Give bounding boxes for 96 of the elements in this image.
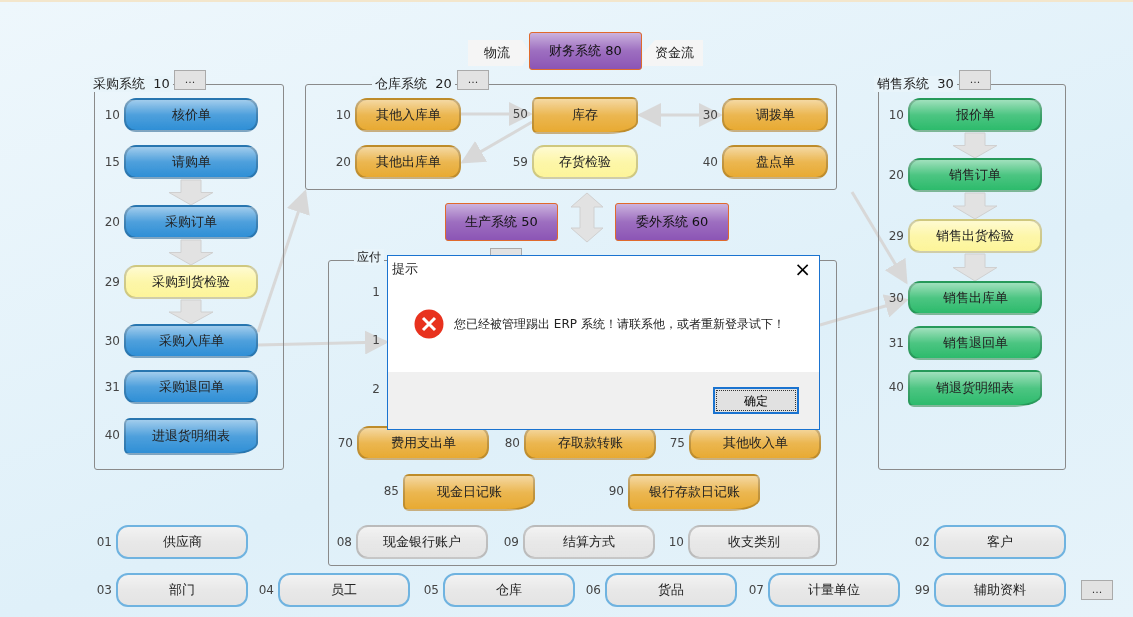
item-code: 06 — [584, 582, 601, 598]
node-button[interactable]: 销售订单 — [908, 158, 1042, 192]
arrow-label: 资金流 — [643, 40, 703, 66]
item-code: 15 — [103, 154, 120, 170]
double-arrow-icon — [570, 192, 604, 243]
node-button[interactable]: 采购退回单 — [124, 370, 258, 404]
item-code: 10 — [667, 534, 684, 550]
node-button[interactable]: 采购入库单 — [124, 324, 258, 358]
group-title: 仓库系统 20 — [372, 76, 455, 92]
item-code: 04 — [257, 582, 274, 598]
basic-data-button[interactable]: 供应商 — [116, 525, 248, 559]
item-code: 08 — [335, 534, 352, 550]
node-button[interactable]: 盘点单 — [722, 145, 828, 179]
document-button[interactable]: 银行存款日记账 — [628, 474, 760, 511]
item-code: 40 — [701, 154, 718, 170]
down-arrow-icon — [168, 239, 214, 266]
basic-data-button[interactable]: 部门 — [116, 573, 248, 607]
error-icon — [414, 309, 444, 339]
document-button[interactable]: 现金日记账 — [403, 474, 535, 511]
basic-data-button[interactable]: 客户 — [934, 525, 1066, 559]
item-code: 85 — [382, 483, 399, 499]
dialog-title: 提示 — [392, 260, 418, 279]
item-code: 10 — [103, 107, 120, 123]
more-button[interactable]: ... — [174, 70, 206, 90]
document-button[interactable]: 销退货明细表 — [908, 370, 1042, 407]
item-code: 30 — [701, 107, 718, 123]
group-title: 应付 — [354, 249, 384, 265]
system-button[interactable]: 委外系统 60 — [615, 203, 729, 241]
item-code: 40 — [887, 379, 904, 395]
item-code: 01 — [95, 534, 112, 550]
item-code: 75 — [668, 435, 685, 451]
item-code: 29 — [887, 228, 904, 244]
item-code: 05 — [422, 582, 439, 598]
item-code: 90 — [607, 483, 624, 499]
item-code: 2 — [371, 381, 380, 397]
item-code: 99 — [913, 582, 930, 598]
close-button[interactable]: × — [790, 259, 815, 279]
item-code: 29 — [103, 274, 120, 290]
document-button[interactable]: 进退货明细表 — [124, 418, 258, 455]
item-code: 70 — [336, 435, 353, 451]
node-button[interactable]: 调拨单 — [722, 98, 828, 132]
down-arrow-icon — [952, 132, 998, 159]
item-code: 20 — [887, 167, 904, 183]
item-code: 20 — [334, 154, 351, 170]
item-code: 02 — [913, 534, 930, 550]
item-code: 30 — [103, 333, 120, 349]
node-button[interactable]: 存货检验 — [532, 145, 638, 179]
node-button[interactable]: 报价单 — [908, 98, 1042, 132]
group-title: 采购系统 10 — [90, 76, 173, 92]
node-button[interactable]: 采购到货检验 — [124, 265, 258, 299]
node-button[interactable]: 销售退回单 — [908, 326, 1042, 360]
item-code: 50 — [511, 106, 528, 122]
group-title: 销售系统 30 — [874, 76, 957, 92]
node-button[interactable]: 销售出库单 — [908, 281, 1042, 315]
node-button[interactable]: 费用支出单 — [357, 426, 489, 460]
node-button[interactable]: 其他出库单 — [355, 145, 461, 179]
more-button[interactable]: ... — [1081, 580, 1113, 600]
system-button[interactable]: 财务系统 80 — [529, 32, 642, 70]
item-code: 80 — [503, 435, 520, 451]
item-code: 1 — [371, 284, 380, 300]
item-code: 31 — [887, 335, 904, 351]
ok-button[interactable]: 确定 — [713, 387, 799, 414]
item-code: 59 — [511, 154, 528, 170]
more-button[interactable]: ... — [959, 70, 991, 90]
basic-data-button[interactable]: 货品 — [605, 573, 737, 607]
basic-data-button[interactable]: 辅助资料 — [934, 573, 1066, 607]
item-code: 40 — [103, 427, 120, 443]
document-button[interactable]: 库存 — [532, 97, 638, 134]
down-arrow-icon — [952, 192, 998, 220]
arrow-label: 物流 — [468, 40, 530, 66]
item-code: 30 — [887, 290, 904, 306]
node-button[interactable]: 核价单 — [124, 98, 258, 132]
system-button[interactable]: 生产系统 50 — [445, 203, 558, 241]
node-button[interactable]: 其他入库单 — [355, 98, 461, 132]
node-button[interactable]: 销售出货检验 — [908, 219, 1042, 253]
node-button[interactable]: 结算方式 — [523, 525, 655, 559]
down-arrow-icon — [168, 179, 214, 206]
down-arrow-icon — [952, 253, 998, 282]
node-button[interactable]: 收支类别 — [688, 525, 820, 559]
item-code: 10 — [887, 107, 904, 123]
node-button[interactable]: 现金银行账户 — [356, 525, 488, 559]
node-button[interactable]: 采购订单 — [124, 205, 258, 239]
basic-data-button[interactable]: 计量单位 — [768, 573, 900, 607]
basic-data-button[interactable]: 员工 — [278, 573, 410, 607]
item-code: 31 — [103, 379, 120, 395]
dialog-message: 您已经被管理踢出 ERP 系统！请联系他，或者重新登录试下！ — [454, 316, 785, 333]
item-code: 1 — [371, 332, 380, 348]
item-code: 09 — [502, 534, 519, 550]
item-code: 10 — [334, 107, 351, 123]
down-arrow-icon — [168, 299, 214, 325]
item-code: 07 — [747, 582, 764, 598]
item-code: 20 — [103, 214, 120, 230]
item-code: 03 — [95, 582, 112, 598]
more-button[interactable]: ... — [457, 70, 489, 90]
basic-data-button[interactable]: 仓库 — [443, 573, 575, 607]
node-button[interactable]: 请购单 — [124, 145, 258, 179]
